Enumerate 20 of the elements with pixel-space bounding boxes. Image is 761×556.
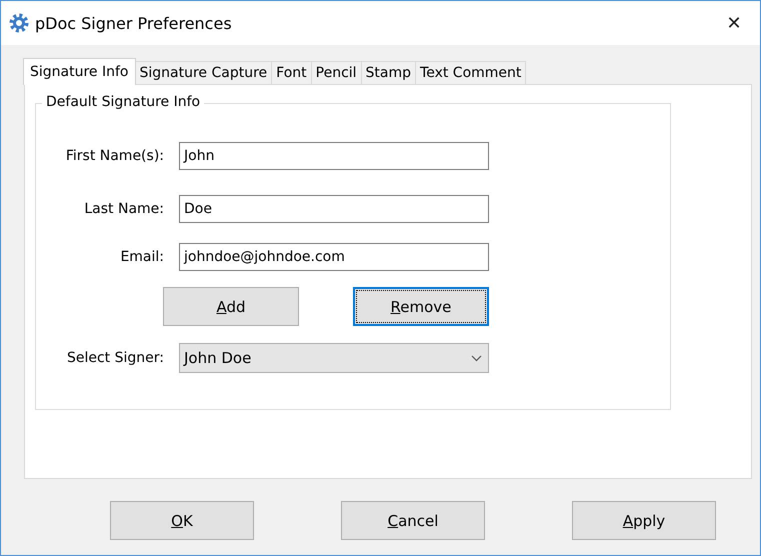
chevron-icon — [471, 354, 482, 362]
close-button[interactable]: ✕ — [712, 1, 756, 45]
signer-dropdown[interactable]: John Doe — [179, 343, 489, 373]
dialog-button[interactable]: Cancel — [341, 501, 485, 540]
action-button[interactable]: Remove — [352, 287, 489, 326]
text-field[interactable]: johndoe@johndoe.com — [179, 243, 489, 271]
tab[interactable]: Text Comment — [415, 61, 526, 84]
tab[interactable]: Signature Info — [23, 58, 136, 85]
text-field[interactable]: Doe — [179, 195, 489, 223]
text-field[interactable]: John — [179, 142, 489, 170]
field-label: Last Name: — [83, 201, 164, 217]
dialog-button[interactable]: OK — [110, 501, 254, 540]
group-title: Default Signature Info — [42, 94, 204, 110]
field-label: Email: — [119, 249, 164, 265]
gear-icon — [9, 13, 29, 33]
field-label: Select Signer: — [66, 350, 164, 366]
field-label: First Name(s): — [64, 148, 164, 164]
dialog-button[interactable]: Apply — [572, 501, 716, 540]
action-button[interactable]: Add — [163, 287, 299, 326]
window-title: pDoc Signer Preferences — [35, 14, 233, 32]
